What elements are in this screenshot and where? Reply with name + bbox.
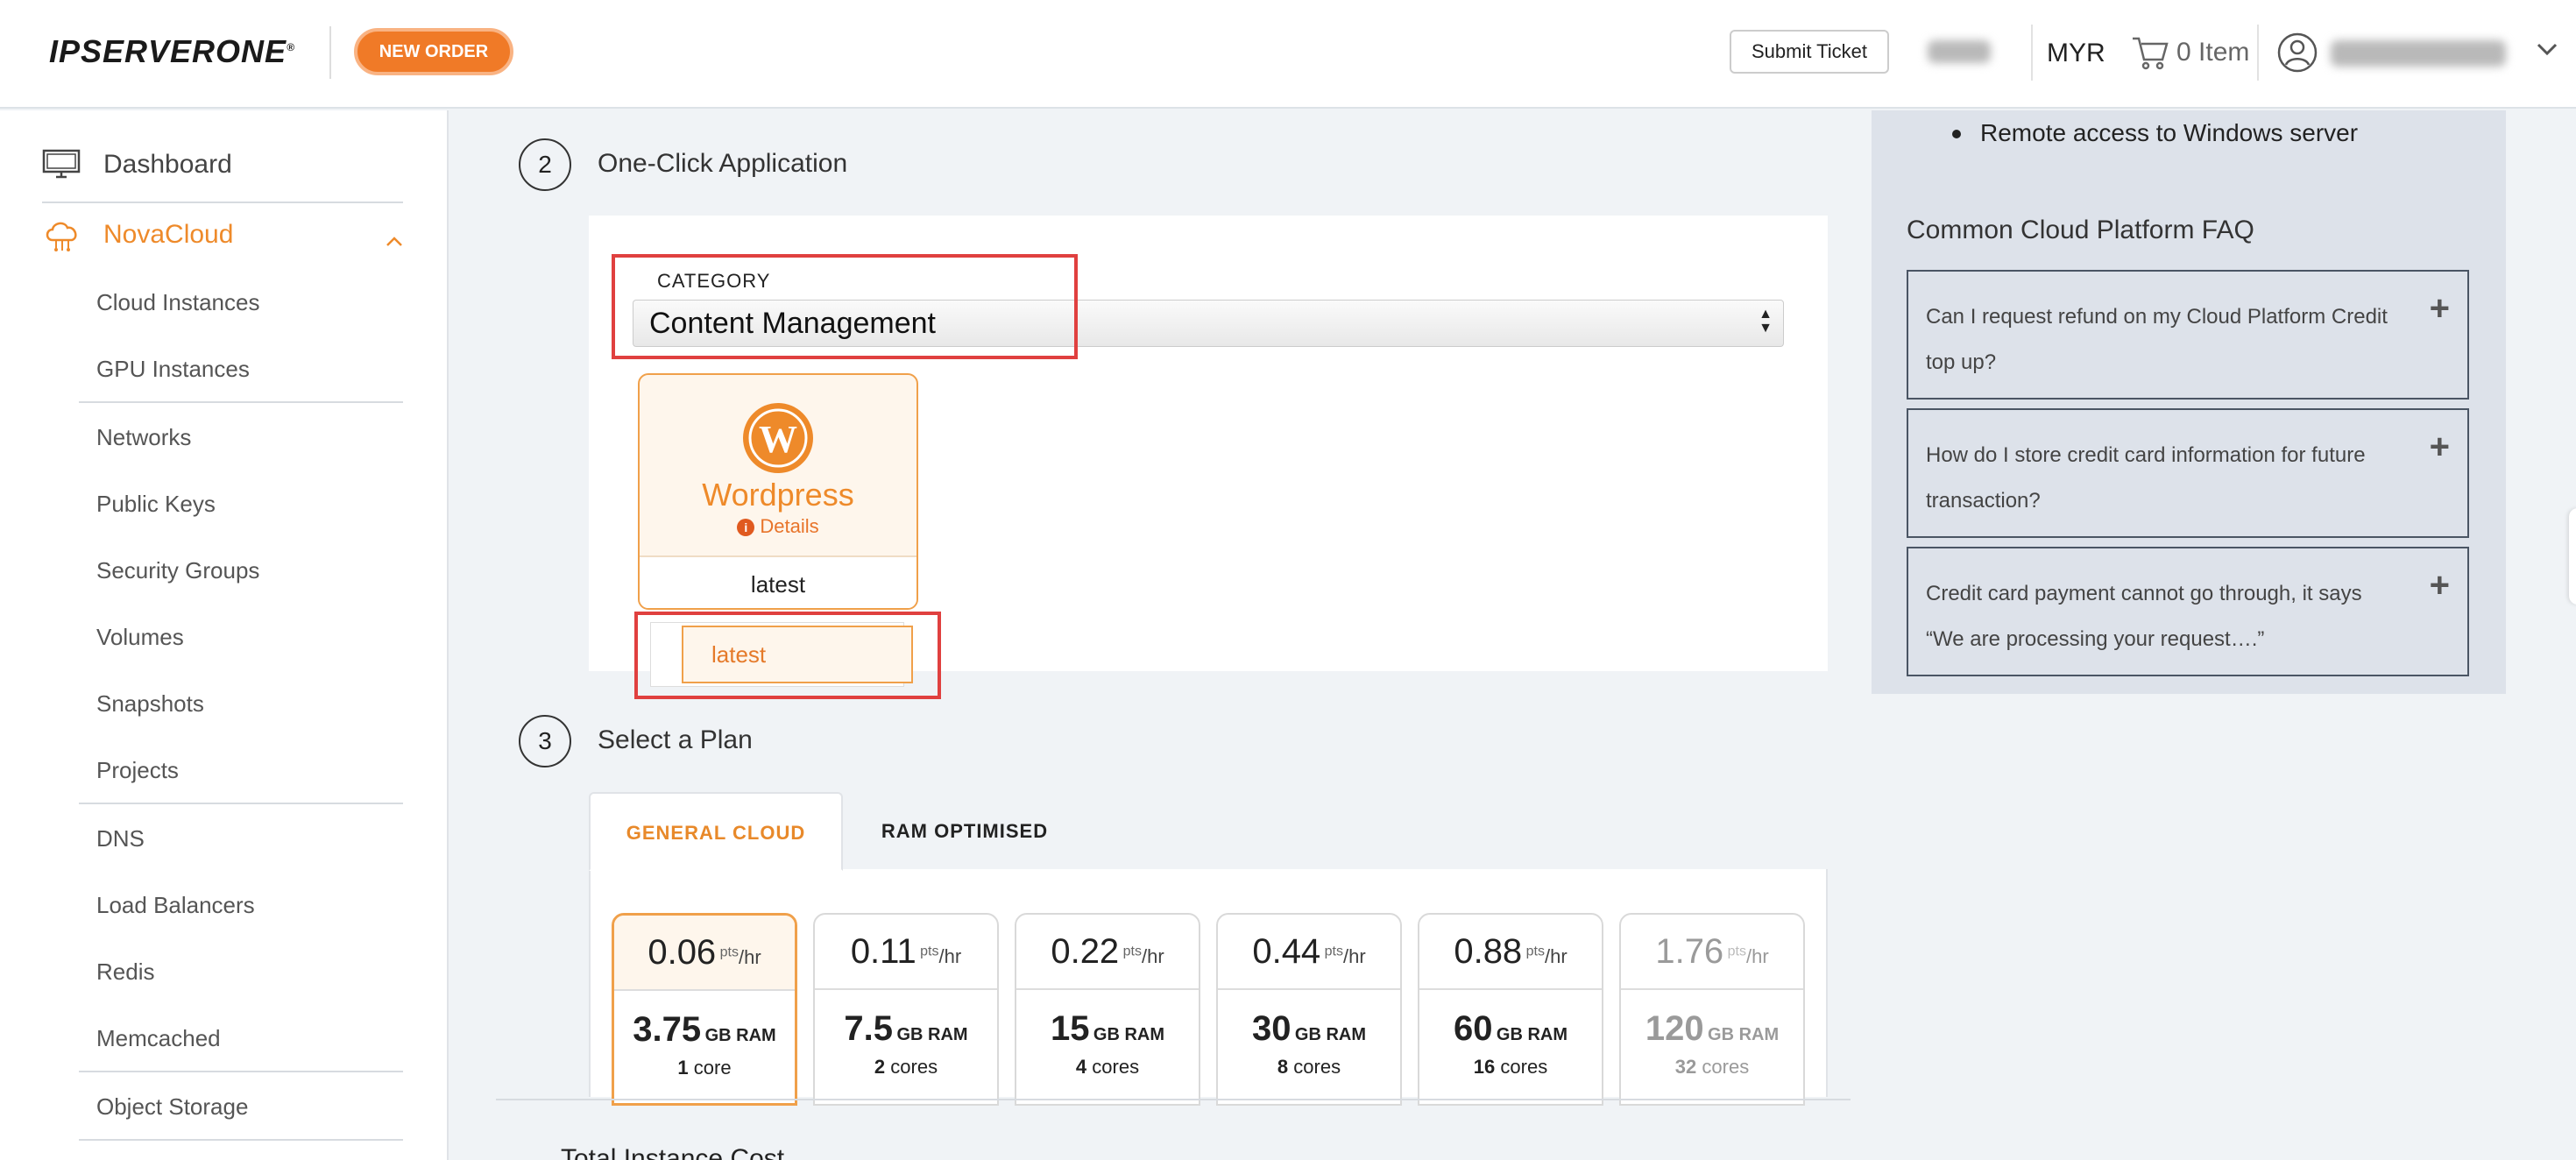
sidebar-divider: [79, 803, 403, 804]
sidebar-item-memcached[interactable]: Memcached: [96, 1025, 221, 1052]
svg-text:W: W: [759, 418, 797, 461]
plan-card[interactable]: 0.88 pts/hr 60 GB RAM 16 cores: [1418, 913, 1603, 1106]
select-arrows-icon: ▲ ▼: [1759, 307, 1773, 336]
faq-item[interactable]: Credit card payment cannot go through, i…: [1907, 547, 2469, 676]
sidebar-item-dashboard[interactable]: Dashboard: [42, 147, 232, 182]
sidebar-item-dns[interactable]: DNS: [96, 825, 145, 852]
user-avatar-icon[interactable]: [2276, 32, 2318, 74]
sidebar: [0, 110, 449, 1160]
tab-general-cloud[interactable]: GENERAL CLOUD: [589, 792, 843, 871]
sidebar-item-networks[interactable]: Networks: [96, 424, 191, 451]
plan-card[interactable]: 0.11 pts/hr 7.5 GB RAM 2 cores: [813, 913, 999, 1106]
sidebar-item-security-groups[interactable]: Security Groups: [96, 557, 259, 584]
total-cost-label: Total Instance Cost: [561, 1144, 785, 1160]
wordpress-icon: W: [743, 403, 813, 473]
sidebar-divider: [79, 1071, 403, 1072]
header-divider: [329, 26, 331, 79]
faq-item[interactable]: How do I store credit card information f…: [1907, 408, 2469, 538]
sidebar-item-projects[interactable]: Projects: [96, 757, 179, 784]
plus-icon[interactable]: +: [2430, 568, 2450, 603]
faq-item[interactable]: Can I request refund on my Cloud Platfor…: [1907, 270, 2469, 400]
sidebar-item-gpu-instances[interactable]: GPU Instances: [96, 356, 250, 383]
sidebar-divider: [79, 1139, 403, 1141]
info-icon: i: [737, 519, 755, 536]
sidebar-item-redis[interactable]: Redis: [96, 958, 154, 986]
side-tab-handle[interactable]: [2569, 508, 2576, 605]
plus-icon[interactable]: +: [2430, 291, 2450, 326]
faq-question: How do I store credit card information f…: [1926, 443, 2366, 513]
sidebar-divider: [42, 202, 403, 203]
sidebar-item-snapshots[interactable]: Snapshots: [96, 690, 204, 718]
highlight-box: [612, 254, 1078, 359]
cart-count: 0 Item: [2176, 38, 2250, 67]
submit-ticket-button[interactable]: Submit Ticket: [1730, 30, 1889, 74]
chevron-down-icon[interactable]: [2536, 40, 2558, 58]
step-title: Select a Plan: [598, 725, 753, 754]
header-divider: [2031, 25, 2033, 81]
step-number: 3: [519, 715, 571, 767]
chevron-up-icon[interactable]: [386, 235, 403, 247]
plan-card[interactable]: 0.06 pts/hr 3.75 GB RAM 1 core: [612, 913, 797, 1106]
faq-question: Can I request refund on my Cloud Platfor…: [1926, 305, 2388, 374]
app-version-select[interactable]: latest: [640, 555, 916, 608]
plan-card[interactable]: 1.76 pts/hr 120 GB RAM 32 cores: [1619, 913, 1805, 1106]
cart-button[interactable]: 0 Item: [2131, 33, 2249, 72]
highlight-box: [634, 612, 941, 699]
sidebar-item-volumes[interactable]: Volumes: [96, 624, 184, 651]
section-divider: [496, 1099, 1851, 1100]
top-header: IPSERVERONE® NEW ORDER Submit Ticket MYR…: [0, 0, 2576, 109]
sidebar-divider: [79, 401, 403, 403]
app-card-wordpress[interactable]: W Wordpress i Details latest: [638, 373, 918, 610]
sidebar-item-load-balancers[interactable]: Load Balancers: [96, 892, 255, 919]
currency-selector[interactable]: MYR: [2047, 39, 2105, 68]
plan-card[interactable]: 0.44 pts/hr 30 GB RAM 8 cores: [1216, 913, 1402, 1106]
account-balance-blurred: [1928, 40, 1991, 63]
cart-icon: [2133, 37, 2169, 70]
plan-card[interactable]: 0.22 pts/hr 15 GB RAM 4 cores: [1015, 913, 1200, 1106]
new-order-button[interactable]: NEW ORDER: [354, 28, 513, 75]
plus-icon[interactable]: +: [2430, 429, 2450, 464]
username-blurred[interactable]: [2331, 40, 2506, 67]
sidebar-item-object-storage[interactable]: Object Storage: [96, 1093, 248, 1121]
app-name: Wordpress: [702, 477, 854, 513]
sidebar-label: Dashboard: [103, 150, 232, 179]
feature-bullet: Remote access to Windows server: [1951, 119, 2359, 146]
sidebar-group-novacloud[interactable]: NovaCloud: [42, 217, 233, 252]
ipserverone-logo[interactable]: IPSERVERONE®: [49, 33, 295, 70]
step-title: One-Click Application: [598, 149, 848, 178]
tab-ram-optimised[interactable]: RAM OPTIMISED: [846, 792, 1083, 871]
cloud-icon: [42, 217, 82, 252]
faq-title: Common Cloud Platform FAQ: [1907, 216, 2254, 244]
header-divider: [2257, 25, 2259, 81]
app-details-link[interactable]: i Details: [640, 515, 916, 538]
sidebar-item-cloud-instances[interactable]: Cloud Instances: [96, 289, 259, 316]
faq-question: Credit card payment cannot go through, i…: [1926, 582, 2362, 651]
monitor-icon: [42, 147, 82, 182]
sidebar-label: NovaCloud: [103, 220, 234, 249]
step-number: 2: [519, 138, 571, 191]
sidebar-item-public-keys[interactable]: Public Keys: [96, 491, 216, 518]
